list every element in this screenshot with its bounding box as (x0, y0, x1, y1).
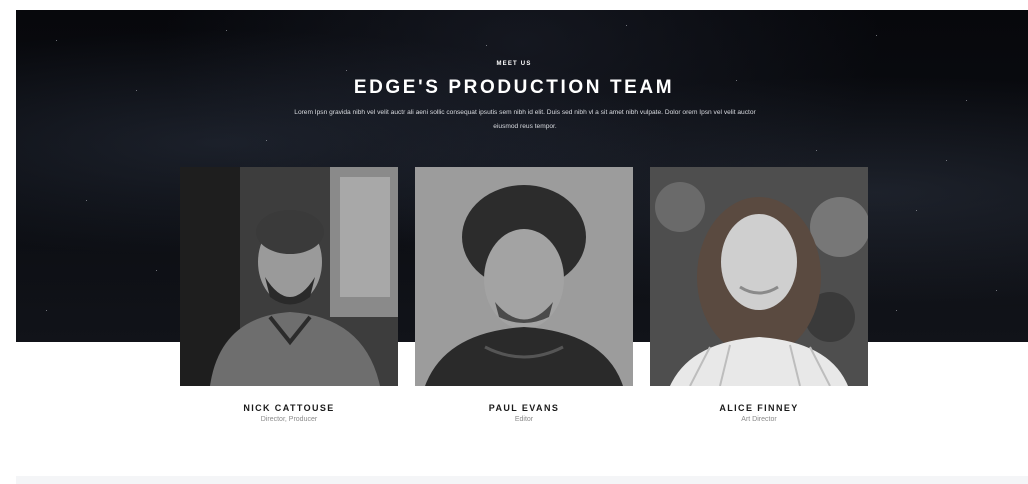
team-member-role: Editor (514, 416, 534, 423)
team-member-name[interactable]: ALICE FINNEY (650, 403, 868, 413)
team-member-role: Director, Producer (260, 416, 318, 423)
team-member-card[interactable]: ALICE FINNEY Art Director (650, 167, 868, 423)
section-title: EDGE'S PRODUCTION TEAM (353, 77, 675, 98)
section-eyebrow: MEET US (496, 61, 532, 67)
team-member-role: Art Director (741, 416, 777, 423)
team-member-photo (650, 167, 868, 386)
team-member-photo (415, 167, 633, 386)
team-member-name[interactable]: NICK CATTOUSE (180, 403, 398, 413)
section-description: Lorem Ipsn gravida nibh vel velit auctr … (294, 109, 756, 130)
team-member-card[interactable]: PAUL EVANS Editor (415, 167, 633, 423)
next-section-strip (16, 476, 1028, 484)
team-member-card[interactable]: NICK CATTOUSE Director, Producer (180, 167, 398, 423)
team-member-photo (180, 167, 398, 386)
team-member-name[interactable]: PAUL EVANS (415, 403, 633, 413)
